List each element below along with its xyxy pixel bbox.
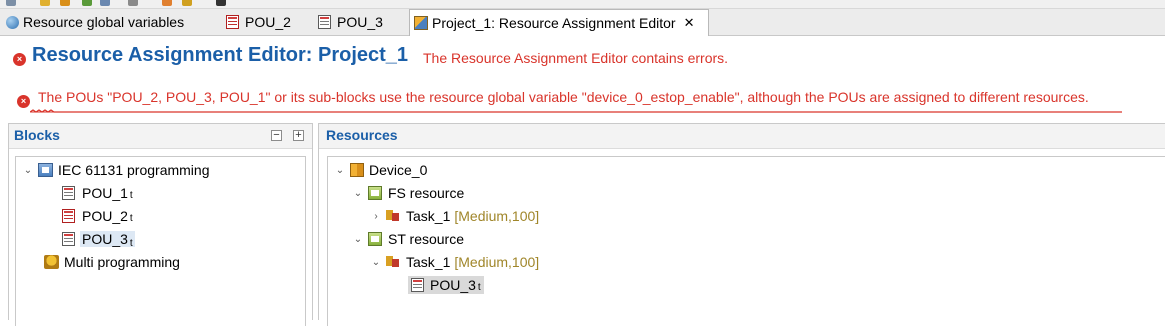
task-detail: [Medium,100] [454,208,540,224]
tree-item-st-resource[interactable]: ⌄ ST resource [352,228,464,250]
pou-type-suffix: t [477,281,481,293]
tree-item-label: POU_3 [430,277,476,293]
pou-error-icon [62,209,75,223]
error-summary: The Resource Assignment Editor contains … [423,50,729,66]
tree-item-label: Task_1 [406,208,451,224]
resource-icon [368,186,382,200]
tree-item-label: POU_3 [82,231,128,247]
tab-label: Project_1: Resource Assignment Editor [432,15,676,31]
tree-item-fs-task-1[interactable]: › Task_1 [Medium,100] [370,205,539,227]
chevron-down-icon[interactable]: ⌄ [352,188,364,199]
multi-programming-icon [44,255,59,269]
chevron-down-icon[interactable]: ⌄ [334,165,346,176]
toolbar-button-icon[interactable] [162,0,172,6]
tree-item-label: Task_1 [406,254,451,270]
editor-title: Resource Assignment Editor: Project_1 [32,44,409,66]
pou-type-suffix: t [129,238,133,249]
tree-item-pou-1[interactable]: POU_1 t [62,182,133,204]
tree-item-fs-resource[interactable]: ⌄ FS resource [352,182,464,204]
toolbar-button-icon[interactable] [60,0,70,6]
tree-item-multi-programming[interactable]: Multi programming [44,251,180,273]
tab-label: POU_3 [337,14,383,30]
tree-item-iec-61131-programming[interactable]: ⌄ IEC 61131 programming [22,159,210,181]
globe-icon [6,15,19,29]
tree-item-label: IEC 61131 programming [58,162,210,178]
task-icon [386,255,400,269]
tree-item-label: Multi programming [64,254,180,270]
chevron-right-icon[interactable]: › [370,211,382,222]
chevron-down-icon[interactable]: ⌄ [22,165,34,176]
pou-icon [62,186,75,200]
pou-type-suffix: t [129,212,133,224]
chevron-down-icon[interactable]: ⌄ [352,234,364,245]
tree-item-label: POU_1 [82,185,128,201]
pou-icon [62,232,75,246]
tab-resource-global-variables[interactable]: Resource global variables [6,9,218,35]
tree-item-label-selected: POU_3 t [80,231,135,249]
toolbar-button-icon[interactable] [182,0,192,6]
toolbar-button-icon[interactable] [216,0,226,6]
task-icon [386,209,400,223]
editor-tab-bar: Resource global variables POU_2 POU_3 Pr… [0,9,1165,36]
blocks-panel: Blocks − + ⌄ IEC 61131 programming POU_1… [8,123,313,326]
toolbar-button-icon[interactable] [40,0,50,6]
tree-item-device-0[interactable]: ⌄ Device_0 [334,159,428,181]
tree-item-label: POU_2 [82,208,128,224]
pou-icon [411,278,424,292]
resources-panel-header: Resources [319,124,1165,149]
toolbar-button-icon[interactable] [100,0,110,6]
tab-pou-3[interactable]: POU_3 [318,9,402,35]
pou-icon [318,15,331,29]
error-underline [30,109,1122,113]
expand-all-button[interactable]: + [293,130,304,141]
blocks-panel-title: Blocks [14,127,60,143]
device-icon [350,163,364,177]
blocks-tree: ⌄ IEC 61131 programming POU_1 t POU_2 t … [15,156,306,326]
tree-item-label: FS resource [388,185,465,201]
close-icon[interactable]: ✕ [684,15,695,31]
tree-item-pou-3[interactable]: POU_3 t [62,228,135,250]
program-folder-icon [38,163,53,177]
tree-item-pou-2[interactable]: POU_2 t [62,205,133,227]
pou-icon [226,15,239,29]
toolbar-button-icon[interactable] [6,0,16,6]
task-detail: [Medium,100] [454,254,540,270]
error-icon: × [17,95,30,108]
tab-label: Resource global variables [23,14,185,30]
tree-item-assigned-pou-3[interactable]: POU_3 t [408,274,484,296]
resources-panel-title: Resources [326,127,398,143]
tab-label: POU_2 [245,14,291,30]
tree-item-label-selected: POU_3 t [408,276,484,294]
resources-panel: Resources ⌄ Device_0 ⌄ FS resource › Tas… [318,123,1165,326]
error-icon: × [13,53,26,66]
error-message: The POUs "POU_2, POU_3, POU_1" or its su… [38,89,1089,105]
main-toolbar [0,0,1165,9]
tab-pou-2[interactable]: POU_2 [226,9,310,35]
resources-tree: ⌄ Device_0 ⌄ FS resource › Task_1 [Mediu… [327,156,1165,326]
project-icon [414,16,428,30]
tree-item-label: ST resource [388,231,464,247]
blocks-panel-header: Blocks − + [9,124,312,149]
tab-resource-assignment-editor[interactable]: Project_1: Resource Assignment Editor ✕ [409,9,709,36]
chevron-down-icon[interactable]: ⌄ [370,257,382,268]
collapse-all-button[interactable]: − [271,130,282,141]
tree-item-label: Device_0 [369,162,428,178]
tree-item-st-task-1[interactable]: ⌄ Task_1 [Medium,100] [370,251,539,273]
resource-icon [368,232,382,246]
toolbar-button-icon[interactable] [82,0,92,6]
toolbar-button-icon[interactable] [128,0,138,6]
pou-type-suffix: t [129,189,133,201]
